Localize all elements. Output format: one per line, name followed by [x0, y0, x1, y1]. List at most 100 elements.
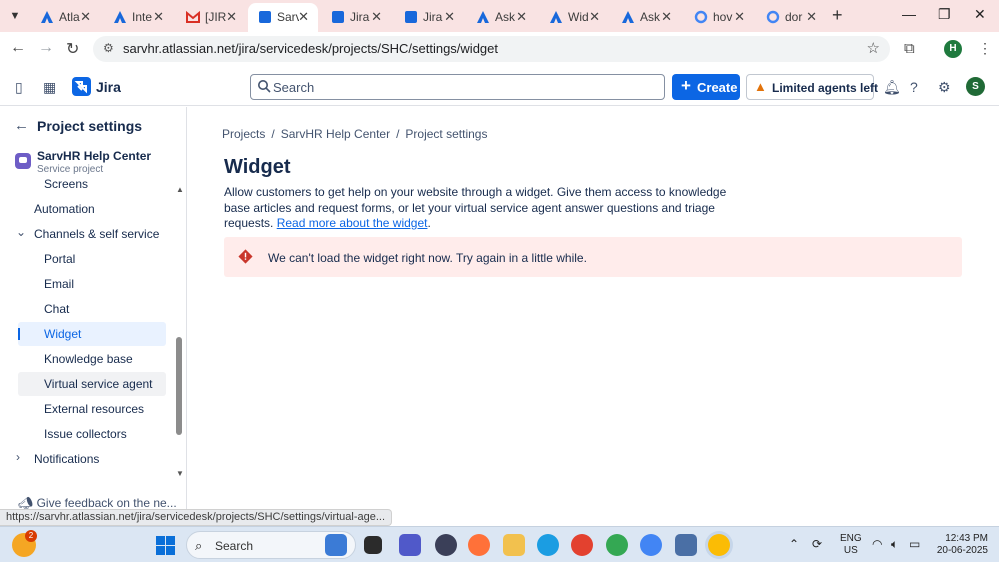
scrollbar-thumb[interactable]	[176, 337, 182, 435]
calculator-icon[interactable]	[675, 534, 697, 556]
reload-icon[interactable]: ↻	[66, 39, 79, 59]
user-avatar[interactable]: S	[966, 77, 985, 96]
tab-close-icon[interactable]: ✕	[153, 9, 164, 25]
sidebar-scrollbar[interactable]: ▲ ▼	[174, 185, 184, 481]
browser-menu-kebab-icon[interactable]: ⋮	[978, 40, 992, 57]
browser-tab[interactable]: dor ✕	[756, 3, 826, 32]
browser-profile-avatar[interactable]: H	[944, 40, 962, 58]
limited-agents-label: Limited agents left	[772, 81, 879, 95]
sidebar-item-email[interactable]: Email	[18, 272, 166, 296]
breadcrumb-project[interactable]: SarvHR Help Center	[281, 127, 390, 141]
jira-logo-icon[interactable]	[72, 77, 91, 96]
media-app-icon[interactable]	[435, 534, 457, 556]
browser-tab[interactable]: hov ✕	[684, 3, 754, 32]
scroll-down-arrow-icon[interactable]: ▼	[176, 469, 184, 478]
chrome-icon[interactable]	[571, 534, 593, 556]
search-icon: ⌕	[195, 538, 203, 553]
create-button[interactable]: + Create	[672, 74, 740, 100]
sidebar-item-external-resources[interactable]: External resources	[18, 397, 166, 421]
bookmark-star-icon[interactable]: ☆	[867, 39, 880, 57]
sidebar-item-knowledge-base[interactable]: Knowledge base	[18, 347, 166, 371]
restore-icon[interactable]: ❐	[938, 6, 951, 23]
sidebar-item-label: External resources	[44, 402, 145, 416]
chrome-profile-t-icon[interactable]	[640, 534, 662, 556]
tab-close-icon[interactable]: ✕	[661, 9, 672, 25]
address-bar[interactable]: ⚙ sarvhr.atlassian.net/jira/servicedesk/…	[93, 36, 890, 62]
minimize-icon[interactable]: —	[902, 6, 916, 22]
tab-close-icon[interactable]: ✕	[589, 9, 600, 25]
task-view-icon[interactable]	[364, 536, 382, 554]
tab-close-icon[interactable]: ✕	[226, 9, 237, 25]
tab-close-icon[interactable]: ✕	[806, 9, 817, 25]
sidebar-item-notifications[interactable]: › Notifications	[16, 447, 166, 471]
sidebar-item-issue-collectors[interactable]: Issue collectors	[18, 422, 166, 446]
extensions-puzzle-icon[interactable]: ⧉	[904, 40, 915, 57]
browser-tab[interactable]: Jira ✕	[394, 3, 464, 32]
tab-search-chevron-icon[interactable]: ▼	[6, 7, 24, 25]
battery-icon[interactable]: ▭	[909, 537, 920, 551]
copilot-icon[interactable]	[325, 534, 347, 556]
sidebar-item-channels-self-service[interactable]: ⌄ Channels & self service	[16, 222, 166, 246]
browser-tab[interactable]: Atla ✕	[30, 3, 100, 32]
browser-tab[interactable]: Sarv ✕	[248, 3, 318, 32]
close-window-icon[interactable]: ✕	[974, 6, 986, 23]
tab-close-icon[interactable]: ✕	[298, 9, 309, 25]
notifications-bell-icon[interactable]: 🔔︎	[883, 79, 901, 96]
back-arrow-icon[interactable]: ←	[14, 117, 29, 134]
limited-agents-button[interactable]: ▲ Limited agents left	[746, 74, 878, 100]
firefox-icon[interactable]	[468, 534, 490, 556]
tab-close-icon[interactable]: ✕	[516, 9, 527, 25]
chrome-profile-h-icon[interactable]	[708, 534, 730, 556]
sidebar-item-automation[interactable]: Automation	[18, 197, 166, 221]
google-icon	[766, 10, 780, 24]
tab-close-icon[interactable]: ✕	[80, 9, 91, 25]
sidebar-item-screens[interactable]: Screens	[18, 179, 166, 196]
breadcrumb-settings[interactable]: Project settings	[405, 127, 487, 141]
browser-tab[interactable]: Inte ✕	[103, 3, 173, 32]
sidebar-toggle-icon[interactable]: ▯	[15, 79, 23, 96]
sidebar-item-label: Email	[44, 277, 75, 291]
error-message: We can't load the widget right now. Try …	[268, 251, 587, 265]
volume-icon[interactable]: 🔈︎	[891, 537, 898, 552]
browser-tab[interactable]: Ask ✕	[611, 3, 681, 32]
browser-tab[interactable]: Jira ✕	[321, 3, 391, 32]
app-switcher-icon[interactable]: ▦	[43, 79, 56, 96]
sidebar-item-chat[interactable]: Chat	[18, 297, 166, 321]
tab-title: dor	[785, 10, 803, 24]
browser-tab[interactable]: Wid ✕	[539, 3, 609, 32]
tray-sync-icon[interactable]: ⟳	[812, 537, 822, 551]
windows-start-icon[interactable]	[156, 536, 175, 555]
scroll-up-arrow-icon[interactable]: ▲	[176, 185, 184, 194]
tab-close-icon[interactable]: ✕	[734, 9, 745, 25]
sidebar-title[interactable]: Project settings	[37, 118, 142, 134]
tab-close-icon[interactable]: ✕	[371, 9, 382, 25]
sidebar-item-portal[interactable]: Portal	[18, 247, 166, 271]
search-input[interactable]	[273, 78, 653, 96]
back-arrow-icon[interactable]: ←	[10, 39, 26, 57]
forward-arrow-icon[interactable]: →	[38, 39, 54, 57]
product-name[interactable]: Jira	[96, 79, 121, 95]
new-tab-plus-icon[interactable]: +	[832, 5, 843, 26]
sidebar-item-virtual-service-agent[interactable]: Virtual service agent	[18, 372, 166, 396]
clock-time: 12:43 PM	[945, 533, 988, 544]
read-more-link[interactable]: Read more about the widget	[277, 216, 428, 230]
browser-tab[interactable]: [JIR ✕	[176, 3, 246, 32]
breadcrumb-projects[interactable]: Projects	[222, 127, 265, 141]
tray-chevron-up-icon[interactable]: ⌃	[789, 537, 799, 551]
tab-close-icon[interactable]: ✕	[444, 9, 455, 25]
give-feedback-link[interactable]: 📣︎ Give feedback on the ne...	[18, 496, 177, 510]
edge-icon[interactable]	[537, 534, 559, 556]
teams-icon[interactable]	[399, 534, 421, 556]
help-icon[interactable]: ?	[910, 79, 918, 95]
sidebar-item-widget[interactable]: Widget	[18, 322, 166, 346]
file-explorer-icon[interactable]	[503, 534, 525, 556]
language-indicator[interactable]: ENG US	[840, 533, 862, 557]
wifi-icon[interactable]: ◠	[872, 537, 882, 551]
jira-search[interactable]	[250, 74, 665, 100]
site-settings-icon[interactable]: ⚙	[103, 41, 114, 55]
system-clock[interactable]: 12:43 PM 20-06-2025	[930, 533, 988, 557]
browser-tab[interactable]: Ask ✕	[466, 3, 536, 32]
address-url[interactable]: sarvhr.atlassian.net/jira/servicedesk/pr…	[123, 41, 498, 56]
chrome-profile-v-icon[interactable]	[606, 534, 628, 556]
settings-gear-icon[interactable]: ⚙	[938, 79, 951, 96]
